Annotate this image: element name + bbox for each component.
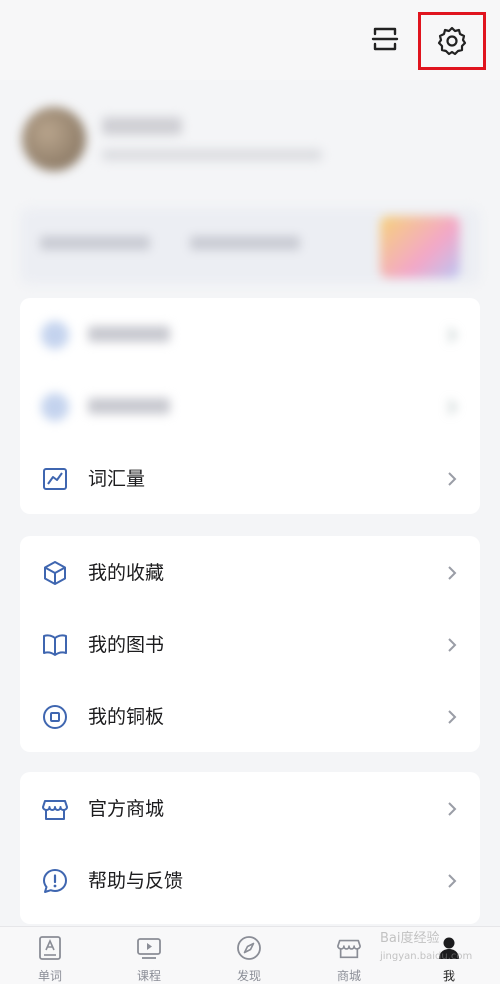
chevron-right-icon	[446, 399, 458, 415]
list-item-label: 词汇量	[88, 468, 146, 490]
settings-button[interactable]	[418, 12, 486, 70]
list-item-favorites[interactable]: 我的收藏	[20, 536, 480, 608]
cube-icon	[40, 558, 70, 588]
chevron-right-icon	[446, 327, 458, 343]
top-bar	[0, 0, 500, 80]
tab-label: 商城	[336, 969, 361, 983]
watermark-line1: Bai度经验	[380, 931, 440, 946]
gear-icon	[437, 26, 467, 56]
course-icon	[136, 935, 162, 961]
blurred-icon	[40, 392, 70, 422]
chevron-right-icon	[446, 709, 458, 725]
tab-label: 课程	[136, 969, 161, 983]
tab-store[interactable]: 商城	[319, 933, 379, 984]
tab-words[interactable]: 单词	[20, 933, 80, 984]
word-icon	[37, 935, 63, 961]
chart-icon	[40, 464, 70, 494]
chevron-right-icon	[446, 637, 458, 653]
tab-label: 发现	[236, 969, 261, 983]
list-item-vocabulary[interactable]: 词汇量	[20, 442, 480, 514]
list-item-label: 我的收藏	[88, 562, 165, 584]
chevron-right-icon	[446, 471, 458, 487]
list-item-books[interactable]: 我的图书	[20, 608, 480, 680]
banner-illustration	[380, 216, 460, 278]
compass-icon	[236, 935, 262, 961]
scan-button[interactable]	[366, 20, 404, 58]
chevron-right-icon	[446, 873, 458, 889]
book-icon	[40, 630, 70, 660]
tab-label: 单词	[37, 969, 62, 983]
store-icon	[40, 794, 70, 824]
list-item-label: 我的图书	[88, 634, 165, 656]
avatar[interactable]	[22, 107, 86, 171]
collection-card: 我的收藏 我的图书 我的铜板	[20, 536, 480, 752]
list-item-label: 官方商城	[88, 798, 165, 820]
list-item-label: 帮助与反馈	[88, 870, 184, 892]
blurred-label	[88, 326, 170, 342]
list-item-label: 我的铜板	[88, 706, 165, 728]
chevron-right-icon	[446, 801, 458, 817]
stat-placeholder	[190, 236, 300, 250]
tab-discover[interactable]: 发现	[219, 933, 279, 984]
watermark: Bai度经验 jingyan.baidu.com	[380, 930, 496, 978]
list-item-help-feedback[interactable]: 帮助与反馈	[20, 844, 480, 916]
blurred-icon	[40, 320, 70, 350]
feedback-icon	[40, 866, 70, 896]
watermark-line2: jingyan.baidu.com	[380, 951, 473, 962]
list-item-coins[interactable]: 我的铜板	[20, 680, 480, 752]
vocab-card: 词汇量	[20, 298, 480, 514]
stat-placeholder	[40, 236, 150, 250]
profile-subtitle	[102, 149, 322, 161]
scan-icon	[371, 27, 399, 51]
service-card: 官方商城 帮助与反馈	[20, 772, 480, 924]
blurred-label	[88, 398, 170, 414]
store-icon	[336, 935, 362, 961]
stats-banner[interactable]	[20, 208, 480, 284]
tab-courses[interactable]: 课程	[119, 933, 179, 984]
chevron-right-icon	[446, 565, 458, 581]
profile-section[interactable]	[0, 95, 500, 195]
list-item-official-store[interactable]: 官方商城	[20, 772, 480, 844]
list-item[interactable]	[20, 298, 480, 370]
profile-name	[102, 117, 182, 135]
coin-icon	[40, 702, 70, 732]
list-item[interactable]	[20, 370, 480, 442]
